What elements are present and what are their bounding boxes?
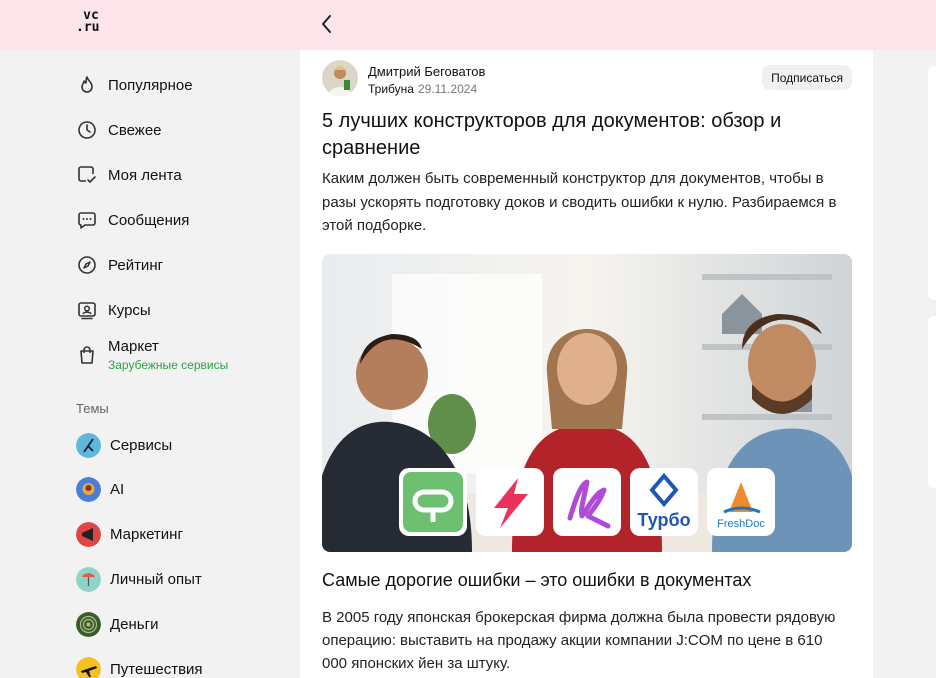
theme-item-services[interactable]: Сервисы	[76, 430, 172, 460]
theme-label: Деньги	[110, 615, 159, 633]
freshdoc-logo-text: FreshDoc	[717, 518, 765, 530]
cover-image[interactable]: Турбо FreshDoc	[322, 254, 852, 552]
theme-item-travel[interactable]: Путешествия	[76, 654, 203, 678]
services-theme-avatar	[76, 432, 101, 458]
subscribe-button[interactable]: Подписаться	[762, 65, 852, 90]
post-lead: Каким должен быть современный конструкто…	[322, 170, 837, 234]
clock-icon	[76, 119, 98, 141]
author-name[interactable]: Дмитрий Беговатов	[368, 64, 485, 79]
right-side-card[interactable]	[928, 66, 936, 300]
message-icon	[76, 209, 98, 231]
theme-item-personal-experience[interactable]: Личный опыт	[76, 564, 202, 594]
marketing-theme-avatar	[76, 521, 101, 547]
logo-line-2: .ru	[76, 20, 100, 35]
sidebar-item-label: Маркет	[108, 338, 159, 355]
post-date: 29.11.2024	[417, 82, 478, 96]
theme-label: Сервисы	[110, 436, 173, 454]
sidebar-item-rating[interactable]: Рейтинг	[76, 250, 163, 280]
sidebar-item-label: Сообщения	[108, 211, 190, 229]
feed-check-icon	[76, 164, 98, 186]
article-card: Дмитрий Беговатов Трибуна 29.11.2024 Подп…	[300, 50, 873, 678]
sidebar-item-messages[interactable]: Сообщения	[76, 205, 189, 235]
courses-icon	[76, 299, 98, 321]
right-side-card[interactable]	[928, 316, 936, 488]
section-paragraph: В 2005 году японская брокерская фирма до…	[322, 609, 836, 672]
sidebar-item-label: Курсы	[108, 301, 151, 319]
theme-item-marketing[interactable]: Маркетинг	[76, 519, 183, 549]
personal-theme-avatar	[76, 566, 101, 592]
sidebar-item-my-feed[interactable]: Моя лента	[76, 160, 182, 190]
sidebar-item-popular[interactable]: Популярное	[76, 70, 193, 100]
top-bar: vc .ru	[0, 0, 936, 50]
back-arrow-icon[interactable]	[316, 11, 340, 37]
flame-icon	[76, 74, 98, 96]
turbo-logo-text: Турбо	[637, 510, 690, 530]
sidebar-item-label: Рейтинг	[108, 256, 164, 274]
sidebar-item-label: Свежее	[108, 121, 162, 139]
bag-icon	[76, 344, 98, 366]
theme-label: Личный опыт	[110, 570, 202, 588]
author-row: Дмитрий Беговатов Трибуна 29.11.2024 Подп…	[322, 60, 852, 100]
themes-heading: Темы	[76, 401, 109, 416]
author-avatar[interactable]	[322, 60, 358, 96]
money-theme-avatar	[76, 611, 101, 637]
sidebar-item-courses[interactable]: Курсы	[76, 295, 151, 325]
channel-name[interactable]: Трибуна	[368, 82, 414, 96]
sidebar-item-label: Моя лента	[108, 166, 182, 184]
vc-logo[interactable]: vc .ru	[76, 9, 106, 40]
theme-item-money[interactable]: Деньги	[76, 609, 158, 639]
sidebar-item-label: Популярное	[108, 76, 193, 94]
theme-label: Маркетинг	[110, 525, 183, 543]
sidebar-item-fresh[interactable]: Свежее	[76, 115, 162, 145]
post-meta: Трибуна 29.11.2024	[368, 82, 477, 96]
theme-label: AI	[110, 480, 125, 498]
theme-label: Путешествия	[110, 660, 203, 678]
compass-icon	[76, 254, 98, 276]
travel-theme-avatar	[76, 656, 101, 678]
ai-theme-avatar	[76, 476, 101, 502]
post-title[interactable]: 5 лучших конструкторов для документов: о…	[322, 108, 832, 162]
theme-item-ai[interactable]: AI	[76, 474, 124, 504]
market-sublabel[interactable]: Зарубежные сервисы	[108, 358, 228, 372]
sidebar-item-market[interactable]: Маркет Зарубежные сервисы	[76, 338, 228, 372]
sidebar: Популярное Свежее Моя лента Сообщения Ре…	[0, 50, 300, 678]
section-heading: Самые дорогие ошибки – это ошибки в доку…	[322, 570, 752, 590]
